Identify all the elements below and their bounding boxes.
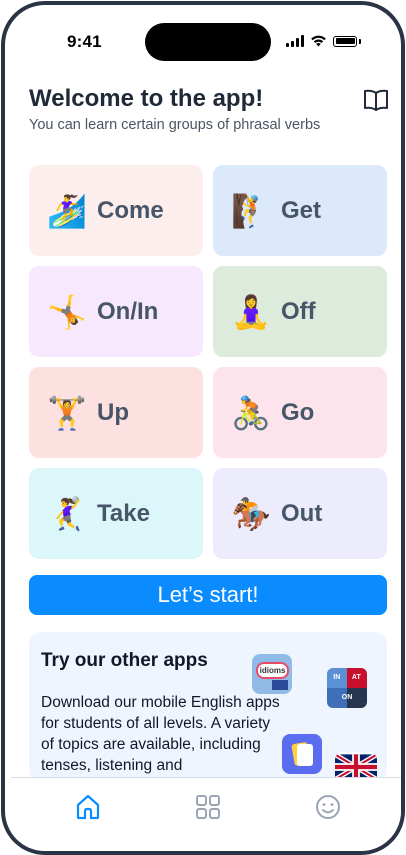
home-icon[interactable] xyxy=(73,792,103,822)
tab-bar xyxy=(11,778,401,848)
smiley-icon[interactable] xyxy=(313,792,343,822)
flashcards-app-icon[interactable] xyxy=(282,734,322,774)
verb-label: Get xyxy=(281,196,322,224)
sport-emoji-icon: 🧘‍♀️ xyxy=(231,293,271,330)
status-icons xyxy=(286,35,361,47)
grid-apps-icon[interactable] xyxy=(193,792,223,822)
lets-start-button[interactable]: Let’s start! xyxy=(29,575,387,615)
sport-emoji-icon: 🤾‍♀️ xyxy=(47,495,87,532)
prepositions-app-icon[interactable]: IN AT ON xyxy=(327,668,367,708)
verb-label: Go xyxy=(281,398,315,426)
verb-tile-up[interactable]: 🏋️ Up xyxy=(29,367,203,458)
sport-emoji-icon: 🤸 xyxy=(47,293,87,330)
verb-tile-go[interactable]: 🚴 Go xyxy=(213,367,387,458)
other-apps-card: Try our other apps Download our mobile E… xyxy=(29,632,387,782)
verb-label: On/In xyxy=(97,297,159,325)
verb-label: Up xyxy=(97,398,129,426)
verb-label: Take xyxy=(97,499,150,527)
dynamic-island xyxy=(145,23,271,61)
verb-tile-come[interactable]: 🏄‍♀️ Come xyxy=(29,165,203,256)
prepositions-app-label: IN AT ON xyxy=(333,674,361,701)
verb-tile-off[interactable]: 🧘‍♀️ Off xyxy=(213,266,387,357)
phone-frame: 9:41 Welcome to the app! You can learn c… xyxy=(0,0,406,855)
promo-text: Download our mobile English apps for stu… xyxy=(41,694,280,774)
promo-title: Try our other apps xyxy=(41,650,208,671)
verb-tile-out[interactable]: 🏇 Out xyxy=(213,468,387,559)
status-time: 9:41 xyxy=(67,32,102,51)
screen: 9:41 Welcome to the app! You can learn c… xyxy=(1,1,405,855)
verb-label: Off xyxy=(281,297,316,325)
sport-emoji-icon: 🏄‍♀️ xyxy=(47,192,87,229)
sport-emoji-icon: 🏇 xyxy=(231,495,271,532)
verb-tile-take[interactable]: 🤾‍♀️ Take xyxy=(29,468,203,559)
verb-label: Out xyxy=(281,499,323,527)
page-subtitle: You can learn certain groups of phrasal … xyxy=(29,117,321,133)
battery-icon xyxy=(333,35,357,47)
verb-tile-get[interactable]: 🧗 Get xyxy=(213,165,387,256)
cellular-signal-icon xyxy=(286,35,304,47)
wifi-icon xyxy=(311,35,326,47)
uk-flag-icon xyxy=(272,680,288,690)
page-title: Welcome to the app! xyxy=(29,85,264,112)
sport-emoji-icon: 🚴 xyxy=(231,394,271,431)
idioms-app-label: idioms xyxy=(256,662,289,679)
sport-emoji-icon: 🧗 xyxy=(231,192,271,229)
verb-tile-on-in[interactable]: 🤸 On/In xyxy=(29,266,203,357)
sport-emoji-icon: 🏋️ xyxy=(47,394,87,431)
verb-label: Come xyxy=(97,196,164,224)
idioms-app-icon[interactable]: idioms xyxy=(252,654,292,694)
book-icon[interactable] xyxy=(363,89,389,111)
